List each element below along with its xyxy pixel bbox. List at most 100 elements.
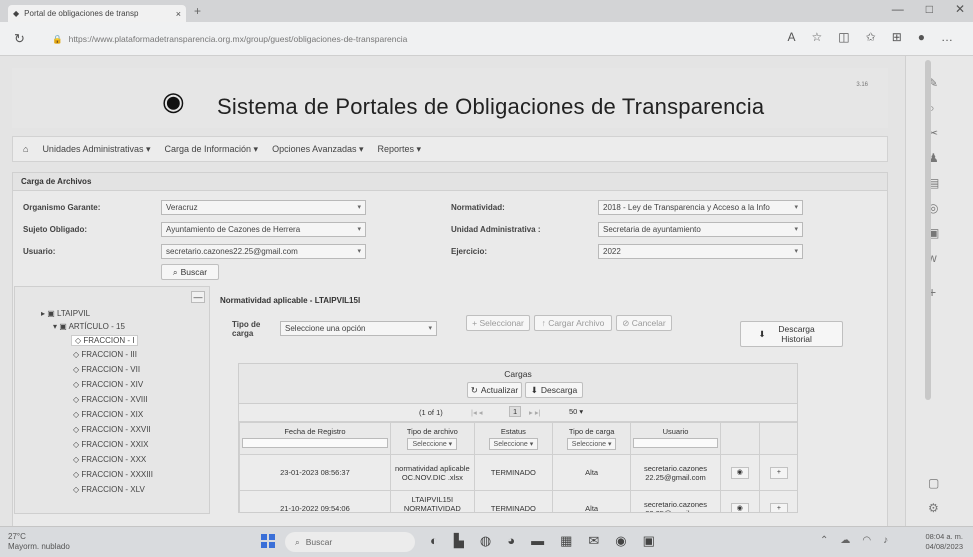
tree-fraccion-item[interactable]: ◇ FRACCION - XXIX (73, 440, 149, 449)
page-scrollbar[interactable] (925, 60, 931, 400)
pager-first-icon[interactable]: |◂ ◂ (471, 408, 483, 417)
tree-fraccion-item[interactable]: ◇ FRACCION - VII (73, 365, 140, 374)
tree-fraccion-item[interactable]: ◇ FRACCION - XIX (73, 410, 143, 419)
main-nav: ⌂ Unidades Administrativas ▾ Carga de In… (12, 136, 888, 162)
unidad-select[interactable]: Secretaria de ayuntamiento ▾ (598, 222, 803, 237)
tab-favicon-icon: ◆ (13, 9, 20, 18)
view-eye-icon[interactable]: ◉ (730, 502, 749, 512)
fraccion-label: FRACCION - VII (81, 365, 141, 374)
unidad-value: Secretaria de ayuntamiento (603, 225, 701, 234)
descarga-label: Descarga (540, 385, 578, 395)
descarga-button[interactable]: ⬇ Descarga (525, 382, 583, 398)
pager-next-icon[interactable]: ▸ ▸| (529, 408, 541, 417)
tree-fraccion-item[interactable]: ◇ FRACCION - III (73, 350, 137, 359)
chat-icon[interactable]: ◍ (480, 533, 491, 549)
chevron-up-icon[interactable]: ⌃ (820, 535, 828, 546)
tree-fraccion-item[interactable]: ◇ FRACCION - XIV (73, 380, 143, 389)
sujeto-select[interactable]: Ayuntamiento de Cazones de Herrera ▾ (161, 222, 366, 237)
tree-fraccion-item[interactable]: ◇ FRACCION - I (71, 335, 139, 346)
wifi-icon[interactable]: ◠ (862, 535, 871, 546)
cell-tipo: LTAIPVIL15I NORMATIVIDAD TERCER... (389, 490, 475, 512)
read-aloud-icon[interactable]: A (788, 30, 796, 44)
view-eye-icon[interactable]: ◉ (730, 466, 749, 479)
tree-fraccion-item[interactable]: ◇ FRACCION - XXXIII (73, 470, 153, 479)
tab-title: Portal de obligaciones de transp (24, 9, 139, 18)
pager-current-page[interactable]: 1 (509, 406, 522, 417)
normatividad-select[interactable]: 2018 - Ley de Transparencia y Acceso a l… (598, 200, 803, 215)
actualizar-button[interactable]: ↻ Actualizar (467, 382, 522, 398)
explorer-icon[interactable]: ▬ (531, 533, 544, 549)
cell-usuario: secretario.cazones 22.25@gmail.com (630, 454, 721, 491)
add-plus-icon[interactable]: + (769, 466, 788, 479)
add-plus-icon[interactable]: + (769, 502, 788, 512)
buscar-button[interactable]: ⌕ Buscar (161, 264, 219, 280)
usuario-filter-input[interactable] (633, 438, 718, 448)
unidad-label: Unidad Administrativa : (451, 225, 541, 234)
tree-fraccion-item[interactable]: ◇ FRACCION - XVIII (73, 395, 148, 404)
maximize-button[interactable]: □ (926, 2, 933, 16)
browser-tab[interactable]: ◆ Portal de obligaciones de transp × (8, 5, 186, 22)
home-icon[interactable]: ⌂ (23, 144, 28, 154)
tree-fraccion-item[interactable]: ◇ FRACCION - XXVII (73, 425, 151, 434)
version-label: 3.16 (856, 82, 868, 88)
cancelar-button[interactable]: ⊘ Cancelar (616, 315, 672, 331)
usuario-select[interactable]: secretario.cazones22.25@gmail.com ▾ (161, 244, 366, 259)
tipo-carga-select[interactable]: Seleccione una opción ▾ (280, 321, 437, 336)
organismo-select[interactable]: Veracruz ▾ (161, 200, 366, 215)
page-size-select[interactable]: 50 ▾ (569, 407, 583, 416)
tab-close-icon[interactable]: × (176, 9, 181, 19)
favorite-star-icon[interactable]: ☆ (812, 30, 823, 44)
seleccionar-button[interactable]: + Seleccionar (466, 315, 530, 331)
weather-widget[interactable]: 27°C Mayorm. nublado (8, 532, 70, 552)
profile-icon[interactable]: ● (918, 30, 925, 44)
tree-root[interactable]: ▸ ▣ LTAIPVIL (41, 309, 90, 318)
url-field[interactable]: 🔒 https://www.plataformadetransparencia.… (52, 29, 552, 49)
tipo-filter-select[interactable]: Seleccione ▾ (407, 438, 458, 450)
nav-reportes[interactable]: Reportes ▾ (378, 144, 422, 155)
tree-fraccion-item[interactable]: ◇ FRACCION - XLV (73, 485, 145, 494)
split-screen-icon[interactable]: ◫ (838, 30, 849, 44)
taskbar-clock[interactable]: 08:04 a. m. 04/08/2023 (925, 532, 963, 552)
normatividad-label: Normatividad: (451, 203, 505, 212)
col-estatus-label: Estatus (500, 427, 526, 436)
nav-carga[interactable]: Carga de Información ▾ (165, 144, 259, 155)
cargar-archivo-button[interactable]: ↑ Cargar Archivo (534, 315, 612, 331)
panel-title: Carga de Archivos (13, 173, 887, 191)
cell-estatus: TERMINADO (473, 490, 554, 512)
app-icon[interactable]: ▣ (643, 533, 655, 549)
nav-opciones[interactable]: Opciones Avanzadas ▾ (272, 144, 363, 155)
new-tab-button[interactable]: + (194, 4, 201, 18)
cloud-icon[interactable]: ☁ (840, 535, 850, 546)
chrome-icon[interactable]: ◉ (615, 533, 626, 549)
ejercicio-select[interactable]: 2022 ▾ (598, 244, 803, 259)
cell-carga: Alta (552, 490, 632, 512)
minimize-button[interactable]: — (892, 2, 904, 16)
layout-icon[interactable]: ▢ (928, 476, 939, 490)
cargas-title: Cargas (504, 369, 532, 379)
ejercicio-value: 2022 (603, 247, 621, 256)
close-window-button[interactable]: ✕ (955, 2, 965, 16)
taskbar-search[interactable]: ⌕ Buscar (285, 532, 415, 552)
store-icon[interactable]: ▦ (560, 533, 572, 549)
estatus-filter-select[interactable]: Seleccione ▾ (488, 438, 539, 450)
edge-icon[interactable]: ◕ (507, 533, 515, 549)
nav-unidades[interactable]: Unidades Administrativas ▾ (42, 144, 150, 155)
tree-fraccion-item[interactable]: ◇ FRACCION - XXX (73, 455, 146, 464)
mail-icon[interactable]: ✉ (588, 533, 599, 549)
taskview-icon[interactable]: ▙ (454, 533, 464, 549)
cell-view: ◉ (719, 454, 760, 491)
refresh-icon[interactable]: ↻ (14, 31, 25, 47)
descarga-historial-button[interactable]: ⬇ Descarga Historial (740, 321, 843, 347)
tree-articulo[interactable]: ▾ ▣ ARTÍCULO - 15 (53, 322, 125, 331)
settings-gear-icon[interactable]: ⚙ (928, 501, 939, 515)
fecha-filter-input[interactable] (242, 438, 388, 448)
widgets-icon[interactable]: ◐ (430, 533, 438, 549)
volume-icon[interactable]: ♪ (883, 535, 888, 546)
tree-panel: — ▸ ▣ LTAIPVIL ▾ ▣ ARTÍCULO - 15 ◇ FRACC… (14, 286, 210, 514)
carga-filter-select[interactable]: Seleccione ▾ (566, 438, 617, 450)
collections-icon[interactable]: ⊞ (892, 30, 902, 44)
favorites-icon[interactable]: ✩ (866, 30, 876, 44)
collapse-button[interactable]: — (191, 291, 205, 303)
start-button[interactable] (261, 534, 275, 548)
more-options-icon[interactable]: … (941, 30, 953, 44)
